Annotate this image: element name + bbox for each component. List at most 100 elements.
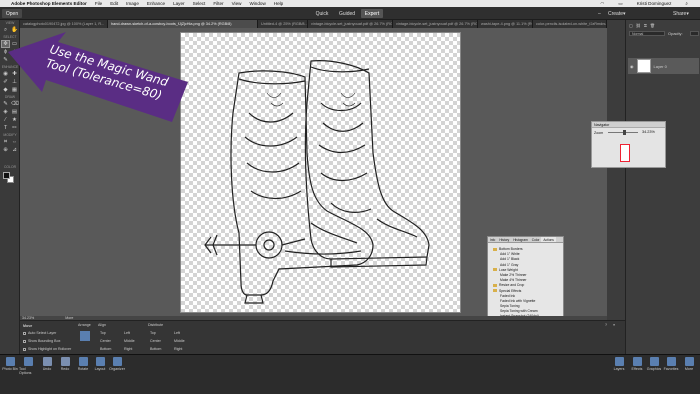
recompose-tool-icon[interactable]: ⇔ (11, 139, 18, 145)
link-layer-icon[interactable]: ⛓ (636, 23, 641, 28)
distribute-center[interactable]: Center (150, 339, 161, 343)
folder-icon (493, 289, 497, 293)
zoom-slider-handle[interactable] (623, 130, 626, 135)
photo-bin-button[interactable]: Photo Bin (1, 357, 19, 371)
doc-tab[interactable]: vintage-bicycle-set_justnyouaf.pdf @ 26.… (393, 20, 478, 28)
layers-button[interactable]: Layers (610, 357, 628, 371)
tool-options-button[interactable]: Tool Options (19, 357, 37, 375)
align-label: Align (98, 323, 106, 327)
layout-button[interactable]: Layout (91, 357, 109, 371)
action-label: Make 4% Thinner (500, 278, 527, 283)
tab-info[interactable]: Info (488, 237, 497, 242)
toolbox-label-view: VIEW (5, 21, 15, 25)
distribute-left[interactable]: Left (174, 331, 180, 335)
eye-icon[interactable]: ◉ (630, 64, 634, 69)
align-top[interactable]: Top (100, 331, 106, 335)
folder-icon (493, 247, 497, 251)
tab-actions[interactable]: Actions (541, 237, 556, 242)
action-label: Sepia Toning (500, 304, 520, 309)
trash-icon[interactable]: 🗑 (650, 23, 655, 28)
graphics-icon (649, 357, 659, 366)
document-tab-bar: catalogphoto0190472.jpg @ 100% (Layer 1,… (20, 20, 607, 28)
distribute-bottom[interactable]: Bottom (150, 347, 161, 351)
highlight-checkbox[interactable]: Show Highlight on Rollover (23, 347, 71, 351)
content-aware-move-tool-icon[interactable]: ⊕ (2, 147, 9, 153)
lock-icon[interactable]: ⚿ (644, 23, 647, 28)
doc-tab[interactable]: catalogphoto0190472.jpg @ 100% (Layer 1,… (20, 20, 108, 28)
options-menu-icon[interactable]: ≡ (613, 323, 615, 327)
menubar: Adobe Photoshop Elements Editor File Edi… (0, 0, 700, 7)
cowboy-boots-drawing (204, 60, 430, 304)
layer-row[interactable]: ◉ Layer 0 (628, 58, 699, 74)
bottom-taskbar: Photo Bin Tool Options Undo Redo Rotate … (0, 354, 700, 394)
action-label: Add 1" Black (500, 257, 520, 262)
align-right[interactable]: Right (124, 347, 132, 351)
new-layer-icon[interactable]: ▢ (629, 23, 633, 28)
navigator-panel: Navigator Zoom 34.23% (591, 121, 666, 168)
distribute-right[interactable]: Right (174, 347, 182, 351)
menu-view[interactable]: View (232, 1, 242, 6)
straighten-tool-icon[interactable]: ⊿ (11, 147, 18, 153)
menu-filter[interactable]: Filter (213, 1, 223, 6)
tab-expert[interactable]: Expert (361, 9, 383, 18)
search-icon[interactable]: ⌕ (685, 1, 688, 6)
tab-history[interactable]: History (497, 237, 511, 242)
actions-list: Bottom Borders Add 1" White Add 1" Black Ad… (488, 247, 563, 325)
toolbox-label-modify: MODIFY (3, 133, 17, 137)
action-label: Bottom Borders (499, 247, 523, 251)
tab-color[interactable]: Color (530, 237, 542, 242)
menu-edit[interactable]: Edit (110, 1, 118, 6)
user-name[interactable]: Kristi Dominguez (637, 1, 672, 6)
doc-tab[interactable]: washi-tape-4.png @ 11.1% (RGB... (478, 20, 533, 28)
pencil-tool-icon[interactable]: ✏ (11, 125, 18, 131)
doc-tab[interactable]: color-pencils-isolated-on-white_fJzRmdnu… (533, 20, 607, 28)
doc-tab[interactable]: Untitled-4 @ 25% (RGB/8... (258, 20, 308, 28)
arrange-icon[interactable] (80, 331, 90, 341)
menu-file[interactable]: File (95, 1, 102, 6)
app-name[interactable]: Adobe Photoshop Elements Editor (11, 1, 87, 6)
menu-select[interactable]: Select (193, 1, 206, 6)
distribute-middle[interactable]: Middle (174, 339, 185, 343)
open-button[interactable]: Open (2, 9, 22, 18)
battery-icon[interactable]: ▭ (618, 1, 622, 7)
opacity-field[interactable] (690, 31, 699, 36)
help-icon[interactable]: ? (605, 323, 607, 327)
share-menu[interactable]: Share ▾ (673, 9, 689, 18)
crop-tool-icon[interactable]: ⌗ (2, 139, 9, 145)
type-tool-icon[interactable]: T (2, 125, 9, 131)
doc-tab-active[interactable]: hand-drawn-sketch-of-a-cowboy-boots_fJjZ… (108, 20, 258, 28)
distribute-top[interactable]: Top (150, 331, 156, 335)
menu-help[interactable]: Help (274, 1, 283, 6)
blend-mode-select[interactable]: Normal (629, 31, 665, 36)
align-left[interactable]: Left (124, 331, 130, 335)
tab-histogram[interactable]: Histogram (511, 237, 530, 242)
effects-button[interactable]: Effects (628, 357, 646, 371)
doc-tab[interactable]: vintage-bicycle-set_justnyouaf.pdf @ 26.… (308, 20, 393, 28)
rotate-button[interactable]: Rotate (74, 357, 92, 371)
navigator-preview[interactable] (620, 144, 630, 162)
document-canvas[interactable] (180, 32, 461, 313)
create-menu[interactable]: Create ▾ (608, 9, 626, 18)
menu-image[interactable]: Image (126, 1, 139, 6)
organizer-button[interactable]: Organizer (108, 357, 126, 371)
more-button[interactable]: More (680, 357, 698, 371)
tab-guided[interactable]: Guided (336, 9, 358, 18)
redo-icon (60, 357, 70, 366)
menu-enhance[interactable]: Enhance (147, 1, 165, 6)
navigator-title: Navigator (592, 122, 665, 128)
undo-button[interactable]: Undo (38, 357, 56, 371)
menu-layer[interactable]: Layer (173, 1, 185, 6)
tab-quick[interactable]: Quick (312, 9, 332, 18)
align-bottom[interactable]: Bottom (100, 347, 111, 351)
redo-button[interactable]: Redo (56, 357, 74, 371)
favorites-button[interactable]: Favorites (662, 357, 680, 371)
foreground-color-swatch[interactable] (3, 172, 10, 179)
wifi-icon[interactable]: ◠ (600, 1, 604, 7)
menu-window[interactable]: Window (249, 1, 265, 6)
minimize-icon[interactable]: – (598, 9, 601, 18)
align-middle[interactable]: Middle (124, 339, 135, 343)
auto-select-checkbox[interactable]: Auto Select Layer (23, 331, 56, 335)
graphics-button[interactable]: Graphics (645, 357, 663, 371)
align-center[interactable]: Center (100, 339, 111, 343)
bounding-box-checkbox[interactable]: Show Bounding Box (23, 339, 60, 343)
